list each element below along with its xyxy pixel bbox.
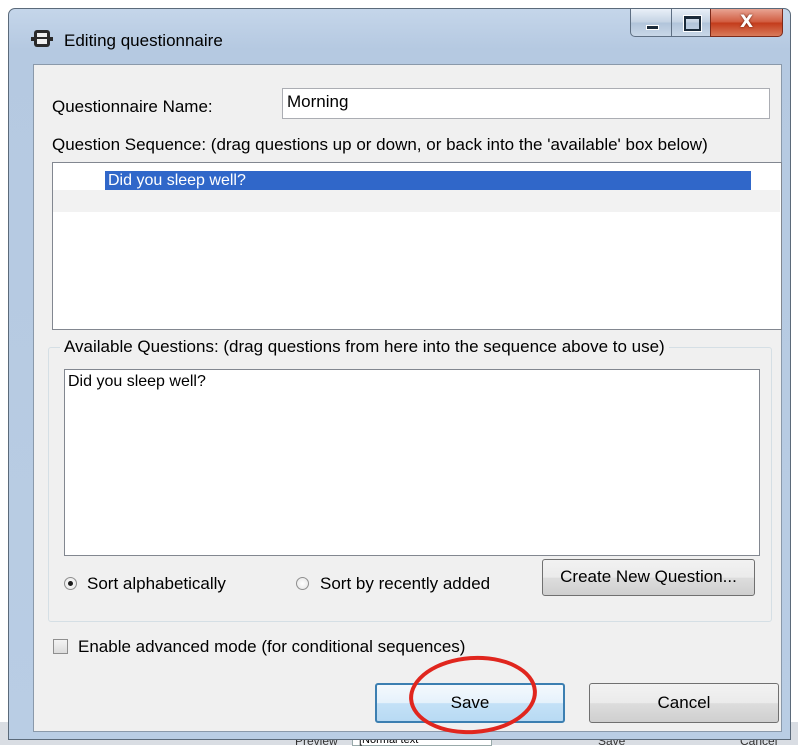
available-questions-group: Available Questions: (drag questions fro… [48,337,772,622]
editing-questionnaire-window: Editing questionnaire X Questionnaire Na… [8,8,791,740]
title-bar[interactable]: Editing questionnaire X [9,9,790,59]
question-sequence-label: Question Sequence: (drag questions up or… [52,135,708,154]
advanced-mode-checkbox[interactable] [53,639,68,654]
advanced-mode-label[interactable]: Enable advanced mode (for conditional se… [78,637,465,657]
close-button[interactable]: X [710,9,783,37]
dialog-client-area: Questionnaire Name: Morning Question Seq… [33,64,782,732]
minimize-button[interactable] [630,9,672,37]
sort-recently-added-radio[interactable] [296,577,309,590]
cancel-button[interactable]: Cancel [589,683,779,723]
maximize-button[interactable] [671,9,711,37]
questionnaire-name-label: Questionnaire Name: [52,97,213,116]
available-questions-legend: Available Questions: (drag questions fro… [60,337,669,357]
sequence-item-placeholder[interactable] [53,190,780,212]
sort-recently-added-label[interactable]: Sort by recently added [320,574,490,594]
sort-alphabetically-radio[interactable] [64,577,77,590]
create-new-question-button[interactable]: Create New Question... [542,559,755,596]
question-sequence-list[interactable]: Did you sleep well? [52,162,782,330]
sequence-item-selected[interactable]: Did you sleep well? [105,171,751,190]
window-title: Editing questionnaire [64,31,223,50]
close-icon: X [739,12,754,32]
available-questions-list[interactable]: Did you sleep well? [64,369,760,556]
sort-alphabetically-label[interactable]: Sort alphabetically [87,574,226,594]
questionnaire-name-input[interactable]: Morning [282,88,770,119]
app-icon [31,30,53,47]
available-question-item[interactable]: Did you sleep well? [68,373,206,391]
